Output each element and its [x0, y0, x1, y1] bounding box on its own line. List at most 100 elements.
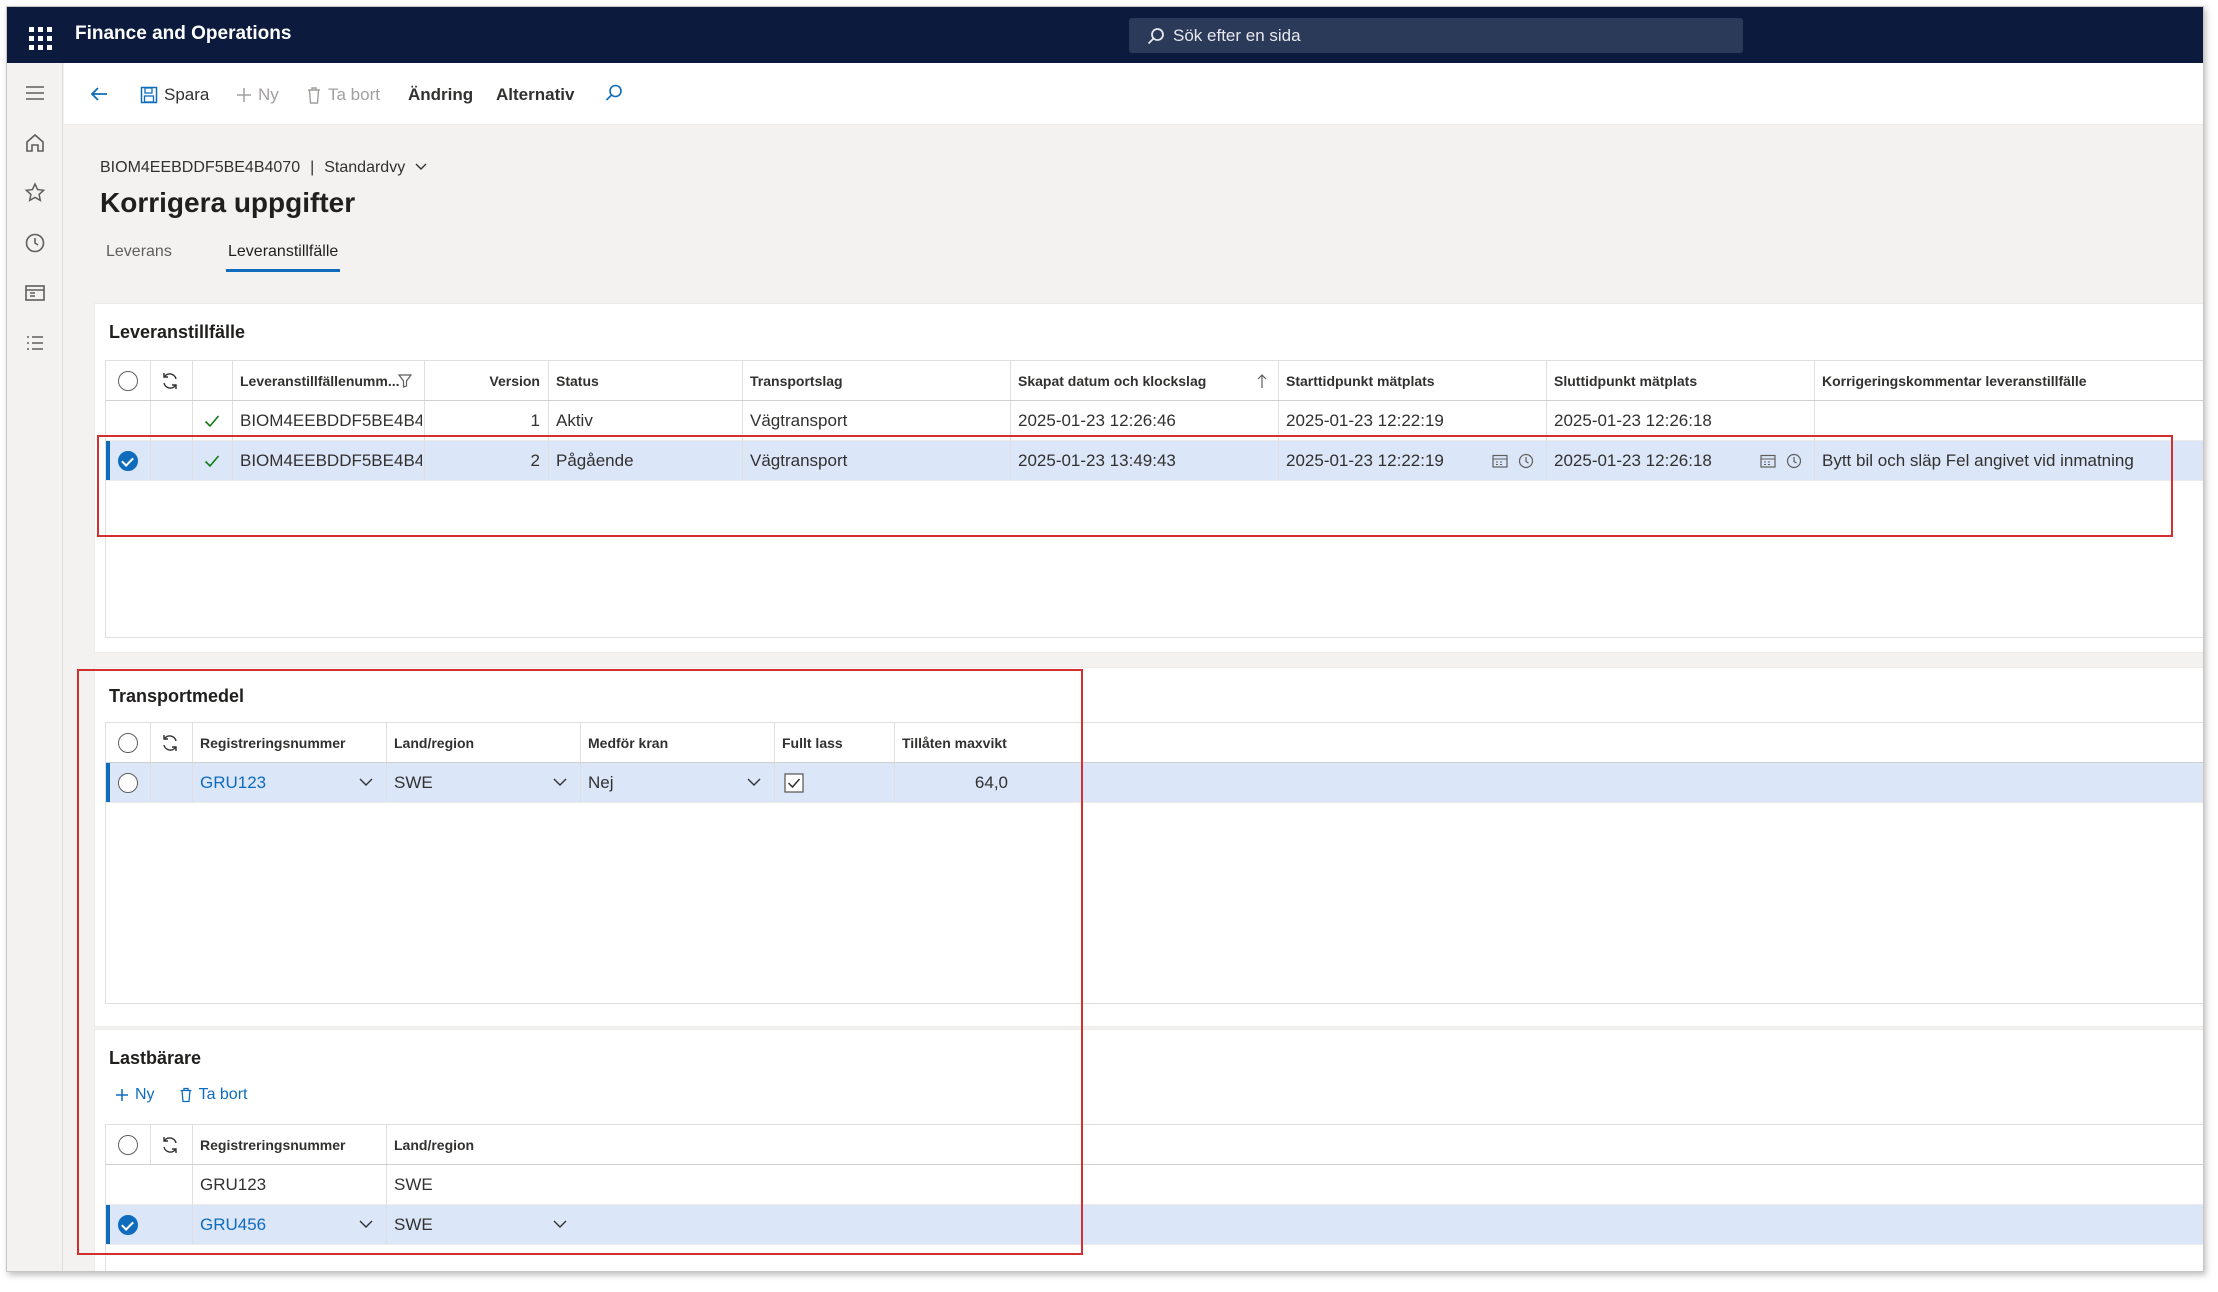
select-all-checkbox[interactable]	[118, 1135, 138, 1155]
favorites-star-icon[interactable]	[23, 181, 47, 205]
search-box[interactable]: Sök efter en sida	[1129, 18, 1743, 53]
chevron-down-icon[interactable]	[358, 776, 374, 788]
options-tab[interactable]: Alternativ	[496, 85, 574, 105]
row-select-checkbox[interactable]	[118, 1215, 138, 1235]
hamburger-menu-icon[interactable]	[23, 81, 47, 105]
modules-list-icon[interactable]	[23, 331, 47, 355]
tab-leveranstillfalle[interactable]: Leveranstillfälle	[225, 243, 341, 272]
section-title: Transportmedel	[109, 686, 245, 706]
clock-icon[interactable]	[1518, 453, 1534, 469]
cell-registration[interactable]: GRU123	[194, 1165, 384, 1204]
table-row-selected[interactable]: BIOM4EEBDDF5BE4B4... 2 Pågående Vägtrans…	[106, 441, 2203, 481]
sort-ascending-icon[interactable]	[1256, 373, 1268, 389]
cell-end[interactable]: 2025-01-23 12:26:18	[1548, 401, 1812, 440]
registration-input[interactable]: GRU456	[194, 1205, 354, 1244]
col-crane[interactable]: Medför kran	[582, 723, 772, 762]
col-version[interactable]: Version	[426, 361, 548, 400]
tab-leverans[interactable]: Leverans	[106, 243, 172, 261]
table-row-selected[interactable]: GRU456 SWE	[106, 1205, 2203, 1245]
country-select[interactable]: SWE	[388, 763, 548, 802]
chevron-down-icon[interactable]	[552, 776, 568, 788]
col-registration[interactable]: Registreringsnummer	[194, 723, 384, 762]
cell-version[interactable]: 2	[426, 441, 548, 480]
carrier-toolbar: Ny Ta bort	[115, 1086, 247, 1104]
checkmark-icon	[204, 455, 220, 468]
col-end[interactable]: Sluttidpunkt mätplats	[1548, 361, 1812, 400]
refresh-icon[interactable]	[160, 733, 180, 753]
save-label: Spara	[164, 85, 210, 104]
cell-status[interactable]: Pågående	[550, 441, 740, 480]
filter-icon[interactable]	[398, 374, 412, 388]
col-country[interactable]: Land/region	[388, 723, 578, 762]
chevron-down-icon[interactable]	[358, 1218, 374, 1230]
new-button[interactable]: Ny	[236, 85, 279, 105]
cell-start[interactable]: 2025-01-23 12:22:19	[1280, 401, 1544, 440]
cell-transport[interactable]: Vägtransport	[744, 441, 1008, 480]
cell-transport[interactable]: Vägtransport	[744, 401, 1008, 440]
select-all-checkbox[interactable]	[118, 733, 138, 753]
registration-input[interactable]: GRU123	[194, 763, 354, 802]
grid-header-row: Leveranstillfällenumm... Version Status …	[106, 361, 2203, 401]
col-country[interactable]: Land/region	[388, 1125, 578, 1164]
col-start[interactable]: Starttidpunkt mätplats	[1280, 361, 1544, 400]
row-select-checkbox[interactable]	[118, 773, 138, 793]
cell-number[interactable]: BIOM4EEBDDF5BE4B4...	[234, 401, 422, 440]
row-select-checkbox[interactable]	[118, 451, 138, 471]
refresh-icon[interactable]	[160, 1135, 180, 1155]
cell-status[interactable]: Aktiv	[550, 401, 740, 440]
delete-button[interactable]: Ta bort	[306, 85, 380, 105]
back-button[interactable]	[88, 83, 110, 105]
full-load-checkbox[interactable]	[784, 773, 804, 793]
calendar-icon[interactable]	[1492, 454, 1508, 468]
refresh-icon[interactable]	[160, 371, 180, 391]
cell-version[interactable]: 1	[426, 401, 548, 440]
view-name: Standardvy	[324, 159, 406, 176]
clock-icon[interactable]	[1786, 453, 1802, 469]
table-row[interactable]: BIOM4EEBDDF5BE4B4... 1 Aktiv Vägtranspor…	[106, 401, 2203, 441]
carrier-delete-button[interactable]: Ta bort	[179, 1086, 247, 1104]
col-registration[interactable]: Registreringsnummer	[194, 1125, 384, 1164]
home-icon[interactable]	[23, 131, 47, 155]
cell-start[interactable]: 2025-01-23 12:22:19	[1280, 441, 1480, 480]
col-number[interactable]: Leveranstillfällenumm...	[234, 361, 414, 400]
cell-country[interactable]: SWE	[388, 1165, 578, 1204]
change-tab[interactable]: Ändring	[408, 85, 473, 105]
cell-end[interactable]: 2025-01-23 12:26:18	[1548, 441, 1748, 480]
cell-comment[interactable]: Bytt bil och släp Fel angivet vid inmatn…	[1816, 441, 2203, 480]
col-status[interactable]: Status	[550, 361, 740, 400]
table-row-selected[interactable]: GRU123 SWE Nej 64,0	[106, 763, 2203, 803]
col-transport[interactable]: Transportslag	[744, 361, 1008, 400]
cell-number[interactable]: BIOM4EEBDDF5BE4B4...	[234, 441, 422, 480]
chevron-down-icon[interactable]	[552, 1218, 568, 1230]
select-all-checkbox[interactable]	[118, 371, 138, 391]
col-full-load[interactable]: Fullt lass	[776, 723, 892, 762]
cell-comment[interactable]	[1816, 401, 2196, 440]
carrier-new-button[interactable]: Ny	[115, 1086, 155, 1104]
record-id: BIOM4EEBDDF5BE4B4070	[100, 159, 301, 176]
calendar-icon[interactable]	[1760, 454, 1776, 468]
checkmark-icon	[204, 415, 220, 428]
col-comment[interactable]: Korrigeringskommentar leveranstillfälle	[1816, 361, 2176, 400]
recent-clock-icon[interactable]	[23, 231, 47, 255]
trash-icon	[180, 1087, 192, 1103]
find-button[interactable]	[604, 83, 624, 103]
cell-created[interactable]: 2025-01-23 13:49:43	[1012, 441, 1276, 480]
table-row[interactable]: GRU123 SWE	[106, 1165, 2203, 1205]
transport-means-grid: Registreringsnummer Land/region Medför k…	[105, 722, 2203, 1004]
col-created[interactable]: Skapat datum och klockslag	[1012, 361, 1252, 400]
view-selector[interactable]: Standardvy	[324, 159, 427, 176]
save-button[interactable]: Spara	[140, 85, 209, 105]
grid-header-row: Registreringsnummer Land/region Medför k…	[106, 723, 2203, 763]
app-launcher-icon[interactable]	[17, 19, 59, 51]
load-carrier-section: Lastbärare Ny Ta bort Registreringsnumme…	[94, 1029, 2203, 1271]
max-weight-input[interactable]: 64,0	[896, 763, 1016, 802]
country-select[interactable]: SWE	[388, 1205, 548, 1244]
chevron-down-icon[interactable]	[746, 776, 762, 788]
workspaces-icon[interactable]	[23, 281, 47, 305]
left-navigation	[7, 63, 63, 1271]
cell-created[interactable]: 2025-01-23 12:26:46	[1012, 401, 1276, 440]
plus-icon	[237, 88, 251, 102]
crane-select[interactable]: Nej	[582, 763, 742, 802]
transport-means-section: Transportmedel Registreringsnummer Land/…	[94, 667, 2203, 1027]
col-max-weight[interactable]: Tillåten maxvikt	[896, 723, 1016, 762]
